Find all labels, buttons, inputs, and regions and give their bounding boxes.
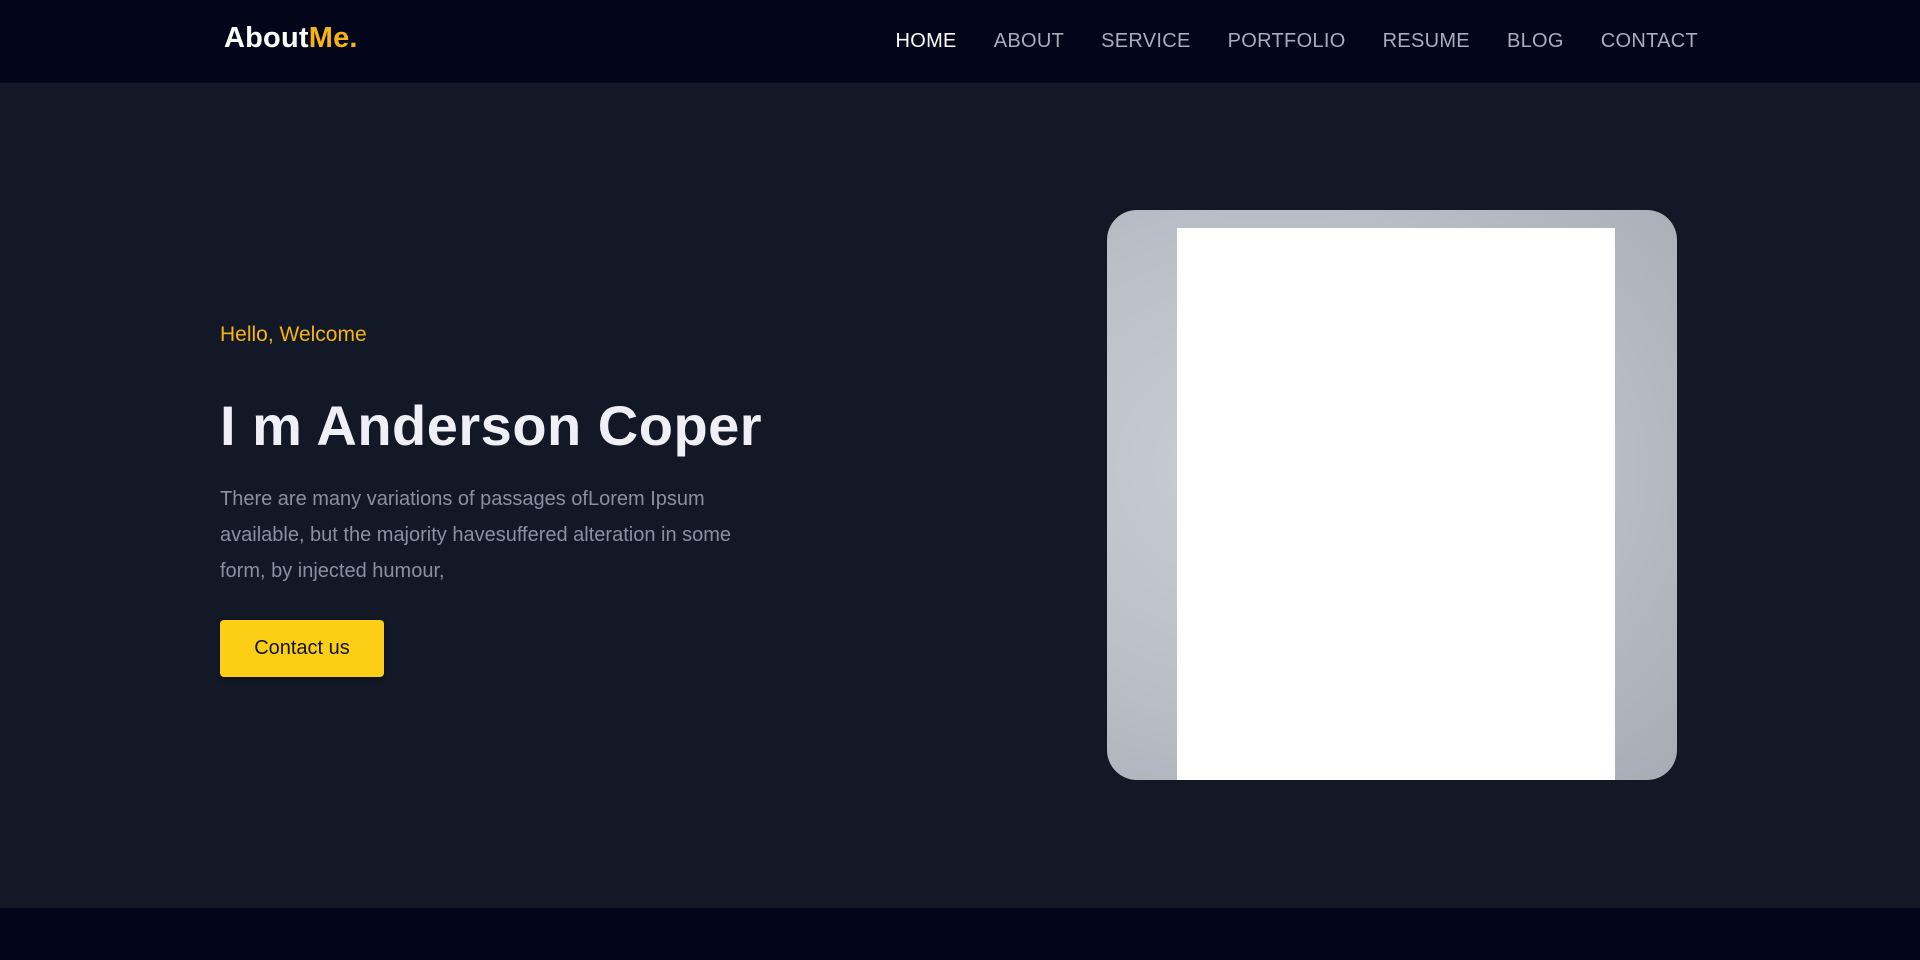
brand-accent: Me. — [308, 22, 358, 54]
hero-section: Hello, Welcome I m Anderson Coper There … — [0, 83, 1920, 908]
brand-name: About — [224, 22, 309, 54]
nav-item-about: ABOUT — [994, 30, 1064, 53]
brand-logo[interactable]: AboutMe. — [224, 22, 358, 55]
nav-link-portfolio[interactable]: PORTFOLIO — [1228, 30, 1346, 52]
nav-item-home: HOME — [896, 30, 957, 53]
hero-greeting: Hello, Welcome — [220, 323, 367, 346]
nav-item-blog: BLOG — [1507, 30, 1564, 53]
nav-item-resume: RESUME — [1383, 30, 1470, 53]
footer-strip — [0, 908, 1920, 960]
nav-menu: HOME ABOUT SERVICE PORTFOLIO RESUME BLOG… — [896, 0, 1699, 83]
navbar: AboutMe. HOME ABOUT SERVICE PORTFOLIO RE… — [0, 0, 1920, 83]
nav-link-contact[interactable]: CONTACT — [1601, 30, 1698, 52]
profile-image — [1177, 228, 1615, 780]
hero-title: I m Anderson Coper — [220, 394, 763, 457]
nav-item-service: SERVICE — [1101, 30, 1191, 53]
hero-description: There are many variations of passages of… — [220, 488, 732, 582]
nav-link-service[interactable]: SERVICE — [1101, 30, 1191, 52]
nav-item-portfolio: PORTFOLIO — [1228, 30, 1346, 53]
profile-image-frame — [1107, 210, 1677, 780]
nav-link-about[interactable]: ABOUT — [994, 30, 1064, 52]
nav-link-blog[interactable]: BLOG — [1507, 30, 1564, 52]
contact-us-button[interactable]: Contact us — [220, 620, 384, 677]
nav-link-resume[interactable]: RESUME — [1383, 30, 1470, 52]
nav-item-contact: CONTACT — [1601, 30, 1698, 53]
nav-link-home[interactable]: HOME — [896, 30, 957, 52]
